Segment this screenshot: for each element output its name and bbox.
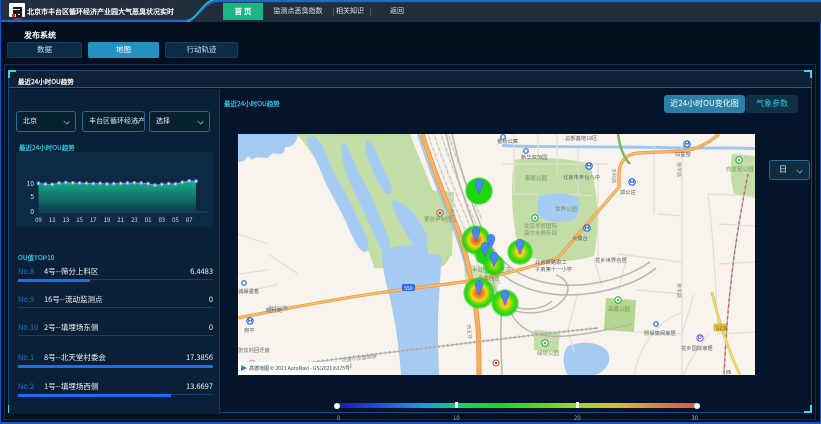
svg-text:01: 01 (145, 215, 152, 224)
svg-text:郭公庄: 郭公庄 (620, 188, 637, 196)
svg-text:城缘墨香: 城缘墨香 (238, 287, 260, 295)
svg-text:17: 17 (90, 215, 97, 224)
svg-text:西: 西 (726, 368, 731, 375)
svg-text:0: 0 (30, 206, 34, 216)
svg-text:花乡国际家居: 花乡国际家居 (681, 344, 713, 352)
svg-text:5: 5 (30, 191, 34, 201)
svg-text:北京市丰台八中: 北京市丰台八中 (563, 173, 600, 181)
svg-text:紫谷伊甸园: 紫谷伊甸园 (424, 215, 452, 223)
svg-text:13: 13 (63, 215, 70, 224)
svg-text:09: 09 (35, 215, 42, 224)
svg-text:23: 23 (131, 215, 138, 224)
svg-text:樊羊路: 樊羊路 (675, 162, 683, 177)
svg-text:大葆台: 大葆台 (572, 234, 588, 242)
svg-text:梅市口路: 梅市口路 (268, 305, 288, 312)
svg-text:10: 10 (27, 178, 35, 188)
svg-text:子弟第十一小学: 子弟第十一小学 (535, 265, 572, 273)
svg-text:御景公园: 御景公园 (525, 174, 548, 182)
svg-text:总部基地18区: 总部基地18区 (565, 134, 598, 142)
svg-text:白盆窑: 白盆窑 (675, 150, 691, 158)
svg-text:11: 11 (49, 215, 56, 224)
svg-text:高尔夫俱乐部: 高尔夫俱乐部 (524, 229, 558, 237)
svg-text:03: 03 (158, 215, 165, 224)
svg-text:看杨公寓: 看杨公寓 (497, 137, 518, 145)
svg-text:高鑫公园: 高鑫公园 (608, 305, 631, 313)
svg-text:熙保康阅家居: 熙保康阅家居 (644, 329, 676, 337)
svg-text:宛平: 宛平 (244, 326, 255, 334)
svg-text:S50: S50 (404, 285, 413, 292)
svg-text:张仪村回迁房: 张仪村回迁房 (238, 346, 270, 354)
svg-text:樊羊路: 樊羊路 (675, 283, 683, 298)
svg-text:世界公园: 世界公园 (555, 205, 578, 213)
svg-text:15: 15 (76, 215, 83, 224)
svg-text:白盆窑公园: 白盆窑公园 (726, 165, 754, 173)
svg-text:高德地图 © 2021 AutoNavi - GS(2021: 高德地图 © 2021 AutoNavi - GS(2021)6375号 (249, 365, 350, 372)
svg-text:新华双加园: 新华双加园 (521, 153, 548, 161)
svg-text:绿堤公园: 绿堤公园 (537, 349, 560, 357)
svg-text:丰科路: 丰科路 (610, 168, 618, 183)
svg-text:花乡世界名居: 花乡世界名居 (595, 256, 627, 264)
svg-text:21: 21 (117, 215, 124, 224)
svg-text:G236: G236 (716, 325, 728, 332)
svg-text:07: 07 (186, 215, 193, 224)
svg-text:05: 05 (172, 215, 179, 224)
svg-text:西五环: 西五环 (465, 324, 473, 340)
svg-text:19: 19 (104, 215, 111, 224)
